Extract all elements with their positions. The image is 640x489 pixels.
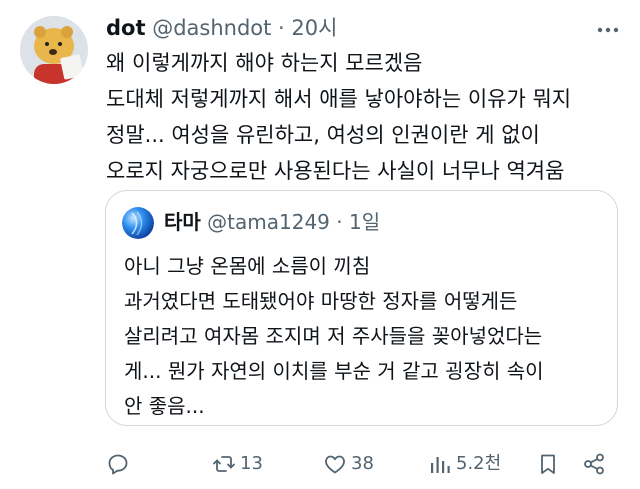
post-text: 왜 이렇게까지 해야 하는지 모르겠음 도대체 저렇게까지 해서 애를 낳아야하…	[106, 51, 572, 183]
quote-text: 아니 그냥 온몸에 소름이 끼침 과거였다면 도태됐어야 마땅한 정자를 어떻게…	[124, 254, 544, 418]
quoted-post[interactable]: 타마 @tama1249 · 1일 아니 그냥 온몸에 소름이 끼침 과거였다면…	[105, 190, 618, 426]
share-icon	[584, 453, 604, 475]
post-time[interactable]: 20시	[291, 16, 337, 40]
reply-button[interactable]	[106, 450, 130, 478]
retweet-icon	[213, 456, 235, 472]
blue-orb-icon	[122, 207, 154, 239]
avatar-image	[20, 16, 88, 84]
quote-author-avatar[interactable]	[122, 207, 154, 239]
views-button[interactable]: 5.2천	[428, 450, 501, 478]
share-button[interactable]	[582, 450, 606, 478]
action-bar: 13 38 5.2천	[0, 446, 640, 482]
author-name[interactable]: dot	[106, 16, 146, 40]
post-header: dot @dashndot · 20시	[106, 13, 337, 43]
header-separator: ·	[278, 16, 285, 40]
bookmark-icon	[541, 454, 555, 474]
quote-author-name[interactable]: 타마	[164, 210, 201, 234]
bookmark-button[interactable]	[536, 450, 560, 478]
quote-time[interactable]: 1일	[349, 210, 380, 234]
heart-icon	[325, 455, 345, 474]
more-options-icon[interactable]	[596, 20, 620, 40]
author-avatar[interactable]	[20, 16, 88, 84]
reply-icon	[108, 454, 128, 475]
like-count: 38	[351, 453, 374, 474]
analytics-icon	[431, 457, 450, 473]
retweet-button[interactable]: 13	[212, 450, 263, 478]
view-count: 5.2천	[456, 453, 502, 474]
like-button[interactable]: 38	[323, 450, 374, 478]
retweet-count: 13	[240, 453, 263, 474]
quote-header-separator: ·	[336, 210, 343, 234]
quote-author-handle[interactable]: @tama1249	[207, 210, 330, 234]
author-handle[interactable]: @dashndot	[152, 16, 271, 40]
quote-header: 타마 @tama1249 · 1일	[164, 207, 380, 237]
